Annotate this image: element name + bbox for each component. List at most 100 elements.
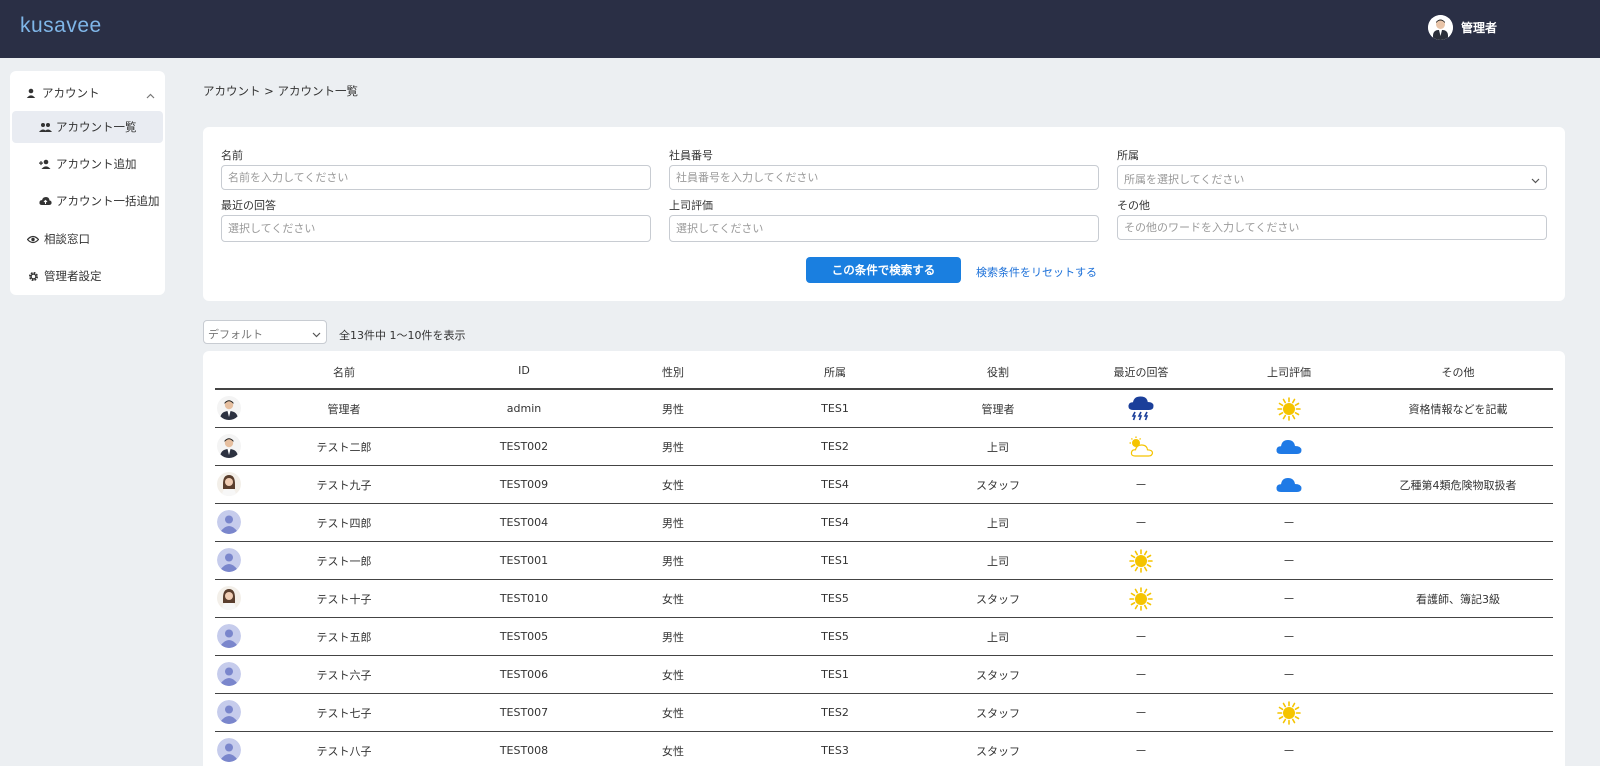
sidebar-item-account-list[interactable]: アカウント一覧 (12, 111, 163, 143)
result-count: 全13件中 1〜10件を表示 (339, 329, 466, 342)
column-header-role[interactable]: 役割 (987, 364, 1009, 380)
column-header-department[interactable]: 所属 (824, 364, 846, 380)
other-input[interactable] (1117, 215, 1547, 240)
sidebar: アカウント アカウント一覧 アカウント追加 アカウント一括追加 相談窓口 管理者… (10, 71, 165, 295)
cell-department: TES1 (821, 668, 849, 681)
cell-role: 管理者 (981, 402, 1015, 416)
sidebar-item-account-bulk-add[interactable]: アカウント一括追加 (12, 185, 163, 217)
cell-id: TEST010 (499, 592, 549, 605)
cell-department: TES4 (821, 478, 849, 491)
cell-name: テスト七子 (316, 706, 372, 720)
table-row[interactable]: テスト五郎 TEST005 男性 TES5 上司 (215, 618, 1553, 656)
cell-recent-answer (1136, 618, 1146, 655)
user-name: 管理者 (1461, 21, 1498, 35)
column-header-recent-answer[interactable]: 最近の回答 (1114, 364, 1169, 380)
name-input[interactable] (221, 165, 651, 190)
table-row[interactable]: テスト一郎 TEST001 男性 TES1 上司 (215, 542, 1553, 580)
table-row[interactable]: テスト九子 TEST009 女性 TES4 スタッフ 乙種第4類危険物取扱者 (215, 466, 1553, 504)
table-row[interactable]: テスト七子 TEST007 女性 TES2 スタッフ (215, 694, 1553, 732)
column-header-boss-rating[interactable]: 上司評価 (1267, 364, 1311, 380)
cell-boss-rating (1284, 618, 1294, 655)
cloud-upload-icon (38, 196, 52, 206)
column-header-id[interactable]: ID (518, 364, 530, 377)
users-icon (38, 122, 52, 132)
cell-gender: 女性 (662, 478, 684, 492)
name-label: 名前 (221, 149, 243, 162)
reset-search-link[interactable]: 検索条件をリセットする (976, 264, 1097, 280)
sidebar-item-consultation[interactable]: 相談窓口 (12, 223, 163, 255)
column-header-other[interactable]: その他 (1442, 364, 1475, 380)
user-menu[interactable]: 管理者 (1428, 15, 1497, 40)
cell-role: スタッフ (976, 668, 1020, 682)
cell-name: テスト二郎 (316, 440, 372, 454)
cell-id: TEST004 (499, 516, 549, 529)
department-select[interactable]: 所属を選択してください (1117, 165, 1547, 190)
cell-boss-rating (1284, 580, 1294, 617)
cell-department: TES3 (821, 744, 849, 757)
breadcrumb: アカウント > アカウント一覧 (203, 84, 358, 98)
avatar (217, 434, 241, 458)
table-row[interactable]: テスト十子 TEST010 女性 TES5 スタッフ 看護師、簿記3級 (215, 580, 1553, 618)
app-logo[interactable]: kusavee (20, 14, 102, 38)
sidebar-item-admin-settings[interactable]: 管理者設定 (12, 260, 163, 292)
cell-id: TEST007 (499, 706, 549, 719)
column-header-name[interactable]: 名前 (333, 364, 355, 380)
cell-id: TEST002 (499, 440, 549, 453)
cell-id: TEST006 (499, 668, 549, 681)
sidebar-section-account[interactable]: アカウント (12, 77, 163, 109)
cell-role: 上司 (987, 554, 1009, 568)
cell-gender: 男性 (662, 516, 684, 530)
thunderstorm-icon (1128, 396, 1154, 422)
no-value-dash (1284, 750, 1294, 751)
cell-recent-answer (1136, 504, 1146, 541)
sort-select[interactable]: デフォルト (203, 320, 327, 344)
no-value-dash (1136, 522, 1146, 523)
sunny-icon (1128, 586, 1154, 612)
table-row[interactable]: 管理者 admin 男性 TES1 管理者 資格情報などを記載 (215, 390, 1553, 428)
boss-rating-label: 上司評価 (669, 199, 713, 212)
sidebar-item-label: アカウント一覧 (56, 120, 137, 134)
avatar (217, 700, 241, 724)
cell-recent-answer (1128, 580, 1154, 617)
partly-sunny-icon (1128, 436, 1154, 458)
chevron-down-icon (312, 328, 321, 341)
avatar (217, 396, 241, 420)
table-row[interactable]: テスト六子 TEST006 女性 TES1 スタッフ (215, 656, 1553, 694)
cell-recent-answer (1136, 732, 1146, 766)
no-value-dash (1284, 560, 1294, 561)
cell-other: 資格情報などを記載 (1408, 402, 1508, 416)
search-button[interactable]: この条件で検索する (806, 257, 961, 283)
gear-icon (26, 271, 40, 282)
avatar (217, 624, 241, 648)
no-value-dash (1284, 636, 1294, 637)
cell-role: 上司 (987, 440, 1009, 454)
cell-recent-answer (1128, 428, 1154, 465)
cell-other: 看護師、簿記3級 (1416, 592, 1500, 606)
cell-boss-rating (1284, 504, 1294, 541)
sidebar-item-label: 相談窓口 (44, 232, 90, 246)
no-value-dash (1136, 484, 1146, 485)
table-row[interactable]: テスト八子 TEST008 女性 TES3 スタッフ (215, 732, 1553, 766)
cell-id: TEST001 (499, 554, 549, 567)
top-bar: kusavee 管理者 (0, 0, 1600, 58)
table-row[interactable]: テスト二郎 TEST002 男性 TES2 上司 (215, 428, 1553, 466)
cell-role: スタッフ (976, 592, 1020, 606)
employee-number-input[interactable] (669, 165, 1099, 190)
column-header-gender[interactable]: 性別 (662, 364, 684, 380)
cell-boss-rating (1276, 694, 1302, 731)
recent-answer-input[interactable] (221, 215, 651, 242)
sidebar-item-account-add[interactable]: アカウント追加 (12, 148, 163, 180)
avatar (217, 510, 241, 534)
cell-role: 上司 (987, 516, 1009, 530)
cell-department: TES1 (821, 402, 849, 415)
cell-name: テスト十子 (316, 592, 372, 606)
sunny-icon (1276, 396, 1302, 422)
cell-boss-rating (1284, 732, 1294, 766)
no-value-dash (1284, 522, 1294, 523)
cell-department: TES1 (821, 554, 849, 567)
table-row[interactable]: テスト四郎 TEST004 男性 TES4 上司 (215, 504, 1553, 542)
cell-gender: 女性 (662, 744, 684, 758)
cell-gender: 男性 (662, 402, 684, 416)
boss-rating-input[interactable] (669, 215, 1099, 242)
cell-department: TES5 (821, 630, 849, 643)
